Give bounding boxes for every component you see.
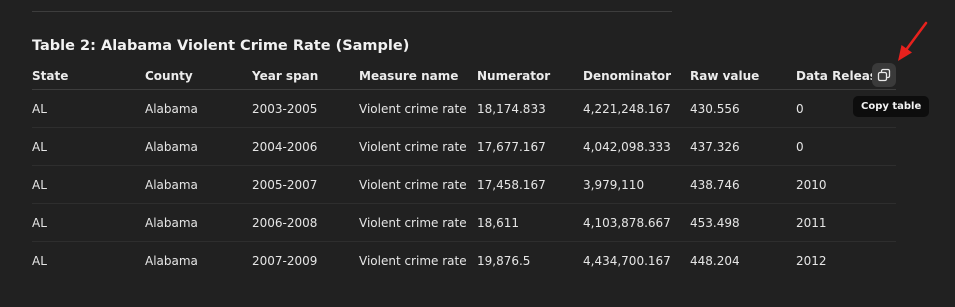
chat-response-area: Table 2: Alabama Violent Crime Rate (Sam… xyxy=(0,0,955,307)
header-measure-name: Measure name xyxy=(359,62,477,90)
cell-state: AL xyxy=(32,127,145,166)
cell-denominator: 4,103,878.667 xyxy=(583,203,690,242)
cell-denominator: 4,042,098.333 xyxy=(583,127,690,166)
table-row: AL Alabama 2003-2005 Violent crime rate … xyxy=(32,89,896,128)
copy-icon xyxy=(877,68,891,82)
red-arrow-icon xyxy=(890,20,930,64)
copy-table-tooltip: Copy table xyxy=(853,96,930,117)
cell-measure-name: Violent crime rate xyxy=(359,203,477,242)
cell-year-span: 2005-2007 xyxy=(252,165,359,204)
table-row: AL Alabama 2005-2007 Violent crime rate … xyxy=(32,165,896,204)
cell-numerator: 18,174.833 xyxy=(477,89,583,128)
cell-state: AL xyxy=(32,253,47,268)
cell-state: AL xyxy=(32,165,145,204)
header-state: State xyxy=(32,62,145,90)
cell-year-span: 2006-2008 xyxy=(252,203,359,242)
header-year-span: Year span xyxy=(252,62,359,90)
cell-year-span: 2003-2005 xyxy=(252,89,359,128)
cell-numerator: 17,677.167 xyxy=(477,127,583,166)
cell-measure-name: Violent crime rate xyxy=(359,127,477,166)
table-row: AL Alabama 2006-2008 Violent crime rate … xyxy=(32,203,896,242)
cell-denominator: 4,221,248.167 xyxy=(583,89,690,128)
header-county: County xyxy=(145,62,252,90)
data-table: State County Year span Measure name Nume… xyxy=(32,62,896,279)
cell-year-span: 2007-2009 xyxy=(252,253,318,268)
cell-raw-value: 438.746 xyxy=(690,165,796,204)
cell-raw-value: 430.556 xyxy=(690,89,796,128)
cell-numerator: 19,876.5 xyxy=(477,253,531,268)
cell-state: AL xyxy=(32,203,145,242)
header-denominator: Denominator xyxy=(583,62,690,90)
cell-data-release-year: 2012 xyxy=(796,253,827,268)
cell-data-release-year: 2011 xyxy=(796,203,896,242)
cell-state: AL xyxy=(32,89,145,128)
cell-data-release-year: 2010 xyxy=(796,165,896,204)
copy-table-button[interactable] xyxy=(872,63,896,87)
cell-measure-name: Violent crime rate xyxy=(359,89,477,128)
cell-county: Alabama xyxy=(145,203,252,242)
table-header-row: State County Year span Measure name Nume… xyxy=(32,62,896,90)
table-row: AL Alabama 2007-2009 Violent crime rate … xyxy=(32,242,896,280)
divider xyxy=(32,11,672,12)
cell-raw-value: 453.498 xyxy=(690,203,796,242)
table-row: AL Alabama 2004-2006 Violent crime rate … xyxy=(32,127,896,166)
cell-numerator: 18,611 xyxy=(477,203,583,242)
cell-denominator: 3,979,110 xyxy=(583,165,690,204)
cell-denominator: 4,434,700.167 xyxy=(583,253,671,268)
table-title: Table 2: Alabama Violent Crime Rate (Sam… xyxy=(32,38,410,54)
cell-measure-name: Violent crime rate xyxy=(359,165,477,204)
cell-county: Alabama xyxy=(145,89,252,128)
cell-county: Alabama xyxy=(145,127,252,166)
cell-raw-value: 448.204 xyxy=(690,253,740,268)
header-raw-value: Raw value xyxy=(690,62,796,90)
cell-county: Alabama xyxy=(145,253,198,268)
header-numerator: Numerator xyxy=(477,62,583,90)
cell-raw-value: 437.326 xyxy=(690,127,796,166)
cell-measure-name: Violent crime rate xyxy=(359,253,467,268)
cell-county: Alabama xyxy=(145,165,252,204)
cell-data-release-year: 0 xyxy=(796,127,896,166)
cell-numerator: 17,458.167 xyxy=(477,165,583,204)
cell-year-span: 2004-2006 xyxy=(252,127,359,166)
